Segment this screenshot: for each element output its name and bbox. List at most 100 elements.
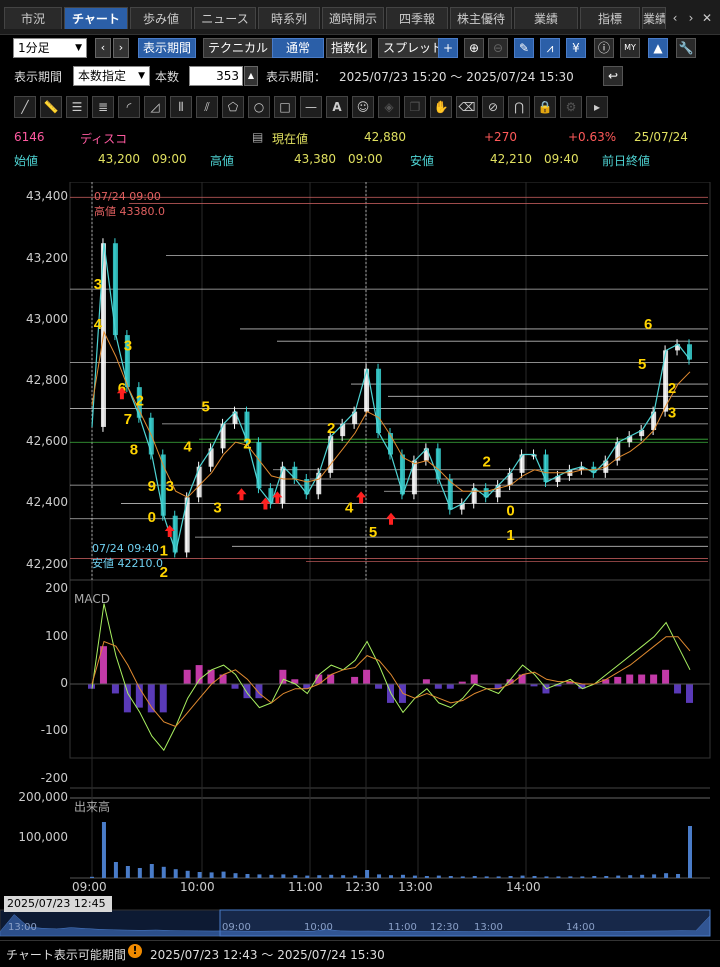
next-period-button[interactable]: › bbox=[113, 38, 129, 58]
count-input[interactable]: 353 bbox=[189, 66, 243, 86]
timeframe-select[interactable]: 1分足 ▼ bbox=[13, 38, 87, 58]
volume-bar bbox=[664, 873, 669, 878]
open-price: 43,200 bbox=[98, 152, 140, 166]
tab-performance-2[interactable]: 業績 bbox=[642, 7, 666, 29]
count-stepper[interactable]: ▲ bbox=[244, 66, 258, 86]
hand-tool-icon[interactable]: ✋ bbox=[430, 96, 452, 118]
zoom-out-icon[interactable]: ⊖ bbox=[488, 38, 508, 58]
vlines-tool-icon[interactable]: ⦀ bbox=[170, 96, 192, 118]
tab-ticks[interactable]: 歩み値 bbox=[130, 7, 192, 29]
volume-bar bbox=[113, 862, 118, 878]
pentagon-tool-icon[interactable]: ⬠ bbox=[222, 96, 244, 118]
tab-timeseries[interactable]: 時系列 bbox=[258, 7, 320, 29]
wave-label: 4 bbox=[94, 316, 103, 333]
quote-panel: 6146 ディスコ ▤ 現在値 42,880 +270 +0.63% 25/07… bbox=[0, 126, 720, 170]
zoom-in-icon[interactable]: ⊕ bbox=[464, 38, 484, 58]
eraser-tool-icon[interactable]: ⌫ bbox=[456, 96, 478, 118]
warning-icon: ! bbox=[128, 944, 142, 958]
circle-tool-icon[interactable]: ○ bbox=[248, 96, 270, 118]
volume-bar bbox=[365, 870, 370, 878]
tab-chart[interactable]: チャート bbox=[64, 7, 128, 29]
macd-tick-label: -100 bbox=[40, 723, 68, 738]
high-price: 43,380 bbox=[294, 152, 336, 166]
price-tick-label: 42,200 bbox=[26, 556, 68, 571]
fan-tool-icon[interactable]: ◿ bbox=[144, 96, 166, 118]
macd-histogram-bar bbox=[638, 674, 646, 684]
stamp-tool-icon[interactable]: ☺ bbox=[352, 96, 374, 118]
navigator-tick-label: 10:00 bbox=[304, 922, 333, 933]
period-row: 表示期間 本数指定 ▼ 本数 353 ▲ 表示期間： 2025/07/23 15:… bbox=[0, 64, 720, 88]
tab-shikiho[interactable]: 四季報 bbox=[386, 7, 448, 29]
add-icon[interactable]: + bbox=[438, 38, 458, 58]
text-tool-icon[interactable]: A bbox=[326, 96, 348, 118]
volume-bar bbox=[556, 876, 561, 878]
navigator-tick-label: 13:00 bbox=[474, 922, 503, 933]
wave-label: 1 bbox=[506, 527, 514, 544]
tab-bar: 市況 チャート 歩み値 ニュース 時系列 適時開示 四季報 株主優待 業績 指標… bbox=[0, 0, 720, 35]
tab-indicators[interactable]: 指標 bbox=[580, 7, 640, 29]
hline-tool-icon[interactable]: — bbox=[300, 96, 322, 118]
low-marker-text: 安値 42210.0 bbox=[92, 557, 163, 570]
undo-icon[interactable]: ↩ bbox=[603, 66, 623, 86]
wrench-icon[interactable]: 🔧 bbox=[676, 38, 696, 58]
arc-tool-icon[interactable]: ◜ bbox=[118, 96, 140, 118]
volume-bar bbox=[568, 876, 573, 878]
hlines-tool-icon[interactable]: ☰ bbox=[66, 96, 88, 118]
tab-scroll-right-icon[interactable]: › bbox=[684, 10, 698, 26]
index-button[interactable]: 指数化 bbox=[326, 38, 373, 58]
volume-bar bbox=[257, 874, 262, 878]
copy-tool-icon[interactable]: ❐ bbox=[404, 96, 426, 118]
period-mode-select[interactable]: 本数指定 ▼ bbox=[73, 66, 150, 86]
macd-histogram-bar bbox=[650, 674, 658, 684]
period-mode-value: 本数指定 bbox=[78, 69, 127, 83]
tab-market[interactable]: 市況 bbox=[4, 7, 62, 29]
pencil-icon[interactable]: ✎ bbox=[514, 38, 534, 58]
close-icon[interactable]: ✕ bbox=[700, 10, 714, 26]
high-marker-time: 07/24 09:00 bbox=[94, 190, 161, 203]
wave-label: 3 bbox=[94, 276, 102, 293]
rect-tool-icon[interactable]: □ bbox=[274, 96, 296, 118]
timeframe-value: 1分足 bbox=[18, 41, 50, 55]
tab-disclosure[interactable]: 適時開示 bbox=[322, 7, 384, 29]
mountain-chart-icon[interactable]: ▲ bbox=[648, 38, 668, 58]
group-tool-icon[interactable]: ◈ bbox=[378, 96, 400, 118]
tab-performance[interactable]: 業績 bbox=[514, 7, 578, 29]
gann-fan-tool-icon[interactable]: ⫽ bbox=[196, 96, 218, 118]
tab-scroll-left-icon[interactable]: ‹ bbox=[668, 10, 682, 26]
lock-tool-icon[interactable]: 🔒 bbox=[534, 96, 556, 118]
my-icon[interactable]: MY bbox=[620, 38, 640, 58]
volume-bar bbox=[173, 869, 178, 878]
settings-tool-icon[interactable]: ⚙ bbox=[560, 96, 582, 118]
period-button[interactable]: 表示期間 bbox=[138, 38, 197, 58]
range-label: 表示期間： bbox=[266, 70, 327, 84]
chevron-down-icon: ▼ bbox=[138, 71, 145, 81]
macd-histogram-bar bbox=[434, 684, 442, 689]
macd-histogram-bar bbox=[446, 684, 454, 689]
wave-label: 7 bbox=[124, 411, 132, 428]
ruler-tool-icon[interactable]: 📏 bbox=[40, 96, 62, 118]
navigator-window[interactable] bbox=[219, 909, 711, 937]
fib-tool-icon[interactable]: ≣ bbox=[92, 96, 114, 118]
normal-button[interactable]: 通常 bbox=[272, 38, 324, 58]
magnet-tool-icon[interactable]: ⋂ bbox=[508, 96, 530, 118]
candle-icon[interactable]: ⩘ bbox=[540, 38, 560, 58]
erase-all-tool-icon[interactable]: ⊘ bbox=[482, 96, 504, 118]
macd-histogram-bar bbox=[674, 684, 682, 694]
line-tool-icon[interactable]: ╱ bbox=[14, 96, 36, 118]
more-tools-icon[interactable]: ▸ bbox=[586, 96, 608, 118]
price-tick-label: 42,800 bbox=[26, 373, 68, 387]
info-icon[interactable]: ⓘ bbox=[594, 38, 614, 58]
wave-label: 2 bbox=[483, 454, 491, 471]
tab-news[interactable]: ニュース bbox=[194, 7, 256, 29]
volume-bar bbox=[580, 876, 585, 878]
price-tick-label: 43,000 bbox=[26, 311, 68, 326]
volume-bar bbox=[628, 875, 633, 878]
status-label: チャート表示可能期間 bbox=[6, 948, 126, 962]
tab-benefits[interactable]: 株主優待 bbox=[450, 7, 512, 29]
yen-icon[interactable]: ¥ bbox=[566, 38, 586, 58]
price-change-pct: +0.63% bbox=[568, 130, 617, 144]
chart-area[interactable]: 34362789031245322452016523 07/24 09:00 高… bbox=[0, 182, 720, 942]
volume-bar bbox=[353, 875, 358, 878]
technical-button[interactable]: テクニカル bbox=[203, 38, 274, 58]
prev-period-button[interactable]: ‹ bbox=[95, 38, 111, 58]
